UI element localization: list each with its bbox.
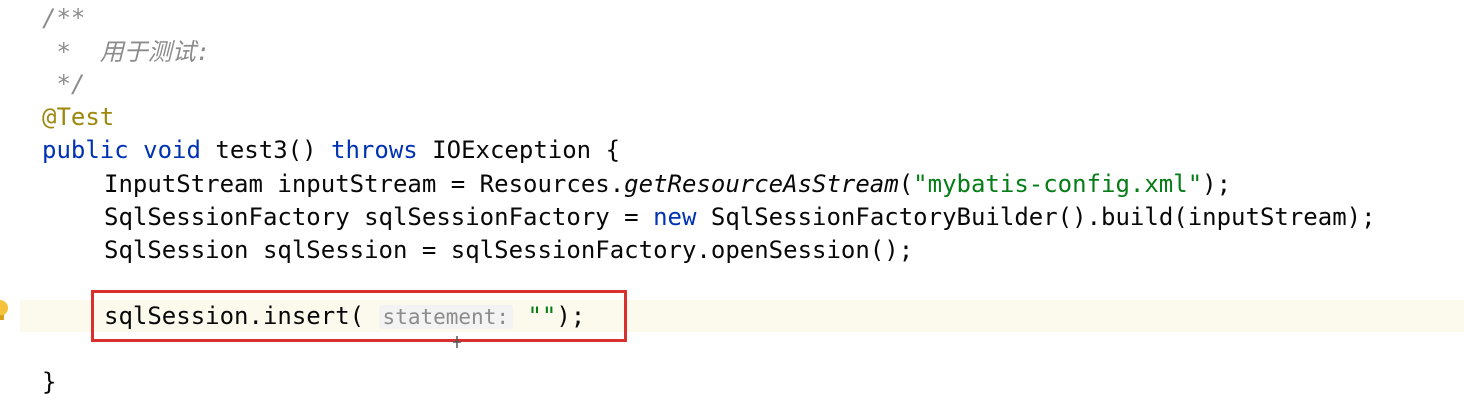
code-line-input-stream[interactable]: InputStream inputStream = Resources.getR… <box>0 168 1464 201</box>
test-annotation: @Test <box>42 103 115 131</box>
code-line-session-factory[interactable]: SqlSessionFactory sqlSessionFactory = ne… <box>0 201 1464 234</box>
keyword-void: void <box>143 136 201 164</box>
keyword-throws: throws <box>331 136 418 164</box>
text-cursor-icon <box>453 336 461 348</box>
code-line-comment-open[interactable]: /** <box>0 2 1464 35</box>
code-line-method-signature[interactable]: public void test3() throws IOException { <box>0 134 1464 167</box>
code-line-annotation[interactable]: @Test <box>0 101 1464 134</box>
code-line-sql-session[interactable]: SqlSession sqlSession = sqlSessionFactor… <box>0 234 1464 267</box>
input-stream-suffix: ); <box>1202 170 1232 198</box>
method-name: test3() <box>215 136 317 164</box>
input-stream-paren: ( <box>898 170 914 198</box>
comment-body: * 用于测试: <box>42 38 211 66</box>
code-line-comment-close[interactable]: */ <box>0 68 1464 101</box>
sql-session-statement: SqlSession sqlSession = sqlSessionFactor… <box>104 236 914 264</box>
config-file-string: "mybatis-config.xml" <box>913 170 1203 198</box>
input-stream-prefix: InputStream inputStream = Resources. <box>104 170 625 198</box>
highlight-box <box>91 290 627 342</box>
session-factory-statement: SqlSessionFactory sqlSessionFactory = ne… <box>104 201 1376 234</box>
session-factory-prefix: SqlSessionFactory sqlSessionFactory = <box>104 203 654 231</box>
code-line-comment-body[interactable]: * 用于测试: <box>0 36 1464 69</box>
method-signature: public void test3() throws IOException { <box>42 134 620 167</box>
keyword-public: public <box>42 136 129 164</box>
session-factory-suffix: SqlSessionFactoryBuilder().build(inputSt… <box>696 203 1376 231</box>
keyword-new: new <box>653 203 697 231</box>
code-editor[interactable]: /** * 用于测试: */ @Test public void test3()… <box>0 0 1464 412</box>
static-method-call: getResourceAsStream <box>624 170 899 198</box>
comment-open: /** <box>42 4 86 32</box>
lightbulb-icon[interactable] <box>0 299 10 325</box>
code-line-closing-brace[interactable]: } <box>0 366 1464 399</box>
closing-brace: } <box>42 368 57 396</box>
comment-close: */ <box>42 70 86 98</box>
exception-type: IOException { <box>432 136 621 164</box>
input-stream-statement: InputStream inputStream = Resources.getR… <box>104 168 1231 201</box>
